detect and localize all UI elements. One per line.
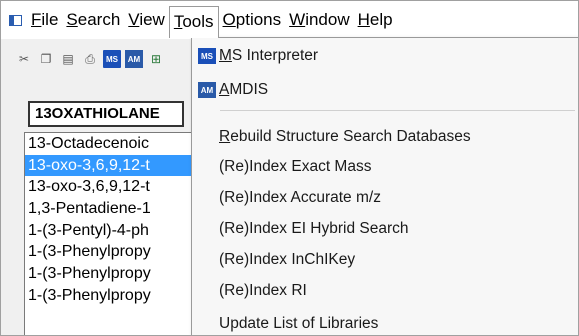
list-item[interactable]: 13-oxo-3,6,9,12-t [25,176,193,198]
menu-item-label: Rebuild Structure Search Databases [192,128,471,146]
menu-search[interactable]: Search [62,5,124,35]
ms-interpreter-icon: MS [198,48,216,64]
menu-view[interactable]: View [124,5,169,35]
menu-view-accel: V [128,10,140,29]
print-icon[interactable]: ⎙ [81,50,99,68]
menu-search-label: earch [77,10,121,29]
menu-item-label: (Re)Index EI Hybrid Search [219,220,409,237]
menu-item-label: (Re)Index Exact Mass [219,158,372,175]
paste-icon[interactable]: ▤ [59,50,77,68]
structure-icon[interactable]: ⊞ [147,50,165,68]
menu-options-accel: O [222,10,236,29]
menu-options-label: ptions [235,10,282,29]
menu-item-label: AMDIS [219,81,268,99]
menu-item-text: MDIS [229,81,269,98]
compound-list[interactable]: 13-Octadecenoic 13-oxo-3,6,9,12-t 13-oxo… [24,132,194,335]
menu-item-text: S Interpreter [231,47,319,64]
menu-item-amdis[interactable]: AM AMDIS [192,76,578,104]
accel-key: R [219,128,231,145]
list-item[interactable]: 1-(3-Phenylpropy [25,263,193,285]
menu-help-label: elp [369,10,393,29]
amdis-icon[interactable]: AM [125,50,143,68]
copy-icon[interactable]: ❐ [37,50,55,68]
toolbar: ✂ ❐ ▤ ⎙ MS AM ⊞ [1,39,191,79]
menu-bar: File Search View Tools Options Window He… [1,1,578,39]
amdis-icon: AM [198,82,216,98]
list-item[interactable]: 1-(3-Pentyl)-4-ph [25,220,193,242]
menu-item-text: ebuild Structure Search Databases [230,128,471,145]
menu-separator [220,110,575,111]
menu-item-label: (Re)Index RI [219,282,307,299]
menu-tools-label: ools [182,12,214,31]
menu-item-rebuild-structure[interactable]: Rebuild Structure Search Databases [192,123,578,151]
menu-file-label: ile [41,10,59,29]
menu-file[interactable]: File [27,5,62,35]
menu-search-accel: S [66,10,78,29]
menu-item-ms-interpreter[interactable]: MS MS Interpreter [192,42,578,70]
list-item[interactable]: 1-(3-Phenylpropy [25,285,193,307]
menu-tools[interactable]: Tools [168,6,219,38]
menu-item-label: (Re)Index Accurate m/z [219,189,381,206]
menu-view-label: iew [139,10,165,29]
menu-help-accel: H [357,10,370,29]
menu-item-label: Update List of Libraries [219,315,379,332]
list-item[interactable]: 1,3-Pentadiene-1 [25,198,193,220]
name-search-input[interactable]: 13OXATHIOLANE [28,101,184,127]
menu-item-index-ri[interactable]: (Re)Index RI [192,277,578,305]
menu-item-index-ei-hybrid[interactable]: (Re)Index EI Hybrid Search [192,215,578,243]
menu-item-index-accurate-mz[interactable]: (Re)Index Accurate m/z [192,184,578,212]
menu-item-index-inchikey[interactable]: (Re)Index InChIKey [192,246,578,274]
tools-dropdown-menu: MS MS Interpreter AM AMDIS Rebuild Struc… [191,37,578,335]
menu-help[interactable]: Help [354,5,397,35]
menu-window[interactable]: Window [285,5,353,35]
menu-item-update-libraries[interactable]: Update List of Libraries [192,310,578,335]
list-item-selected[interactable]: 13-oxo-3,6,9,12-t [25,154,193,177]
app-icon[interactable] [9,14,22,26]
menu-file-accel: F [31,10,42,29]
list-item[interactable]: 1-(3-Phenylpropy [25,241,193,263]
accel-key: A [219,81,230,98]
ms-interpreter-icon[interactable]: MS [103,50,121,68]
app-window: File Search View Tools Options Window He… [0,0,579,336]
accel-key: M [219,47,232,64]
menu-item-label: (Re)Index InChIKey [219,251,356,268]
menu-window-accel: W [289,10,306,29]
cut-icon[interactable]: ✂ [15,50,33,68]
menu-item-label: MS Interpreter [219,47,318,65]
menu-options[interactable]: Options [219,5,286,35]
menu-window-label: indow [305,10,350,29]
list-item[interactable]: 13-Octadecenoic [25,133,193,155]
menu-item-index-exact-mass[interactable]: (Re)Index Exact Mass [192,153,578,181]
library-pane: 13OXATHIOLANE 13-Octadecenoic 13-oxo-3,6… [1,81,194,335]
